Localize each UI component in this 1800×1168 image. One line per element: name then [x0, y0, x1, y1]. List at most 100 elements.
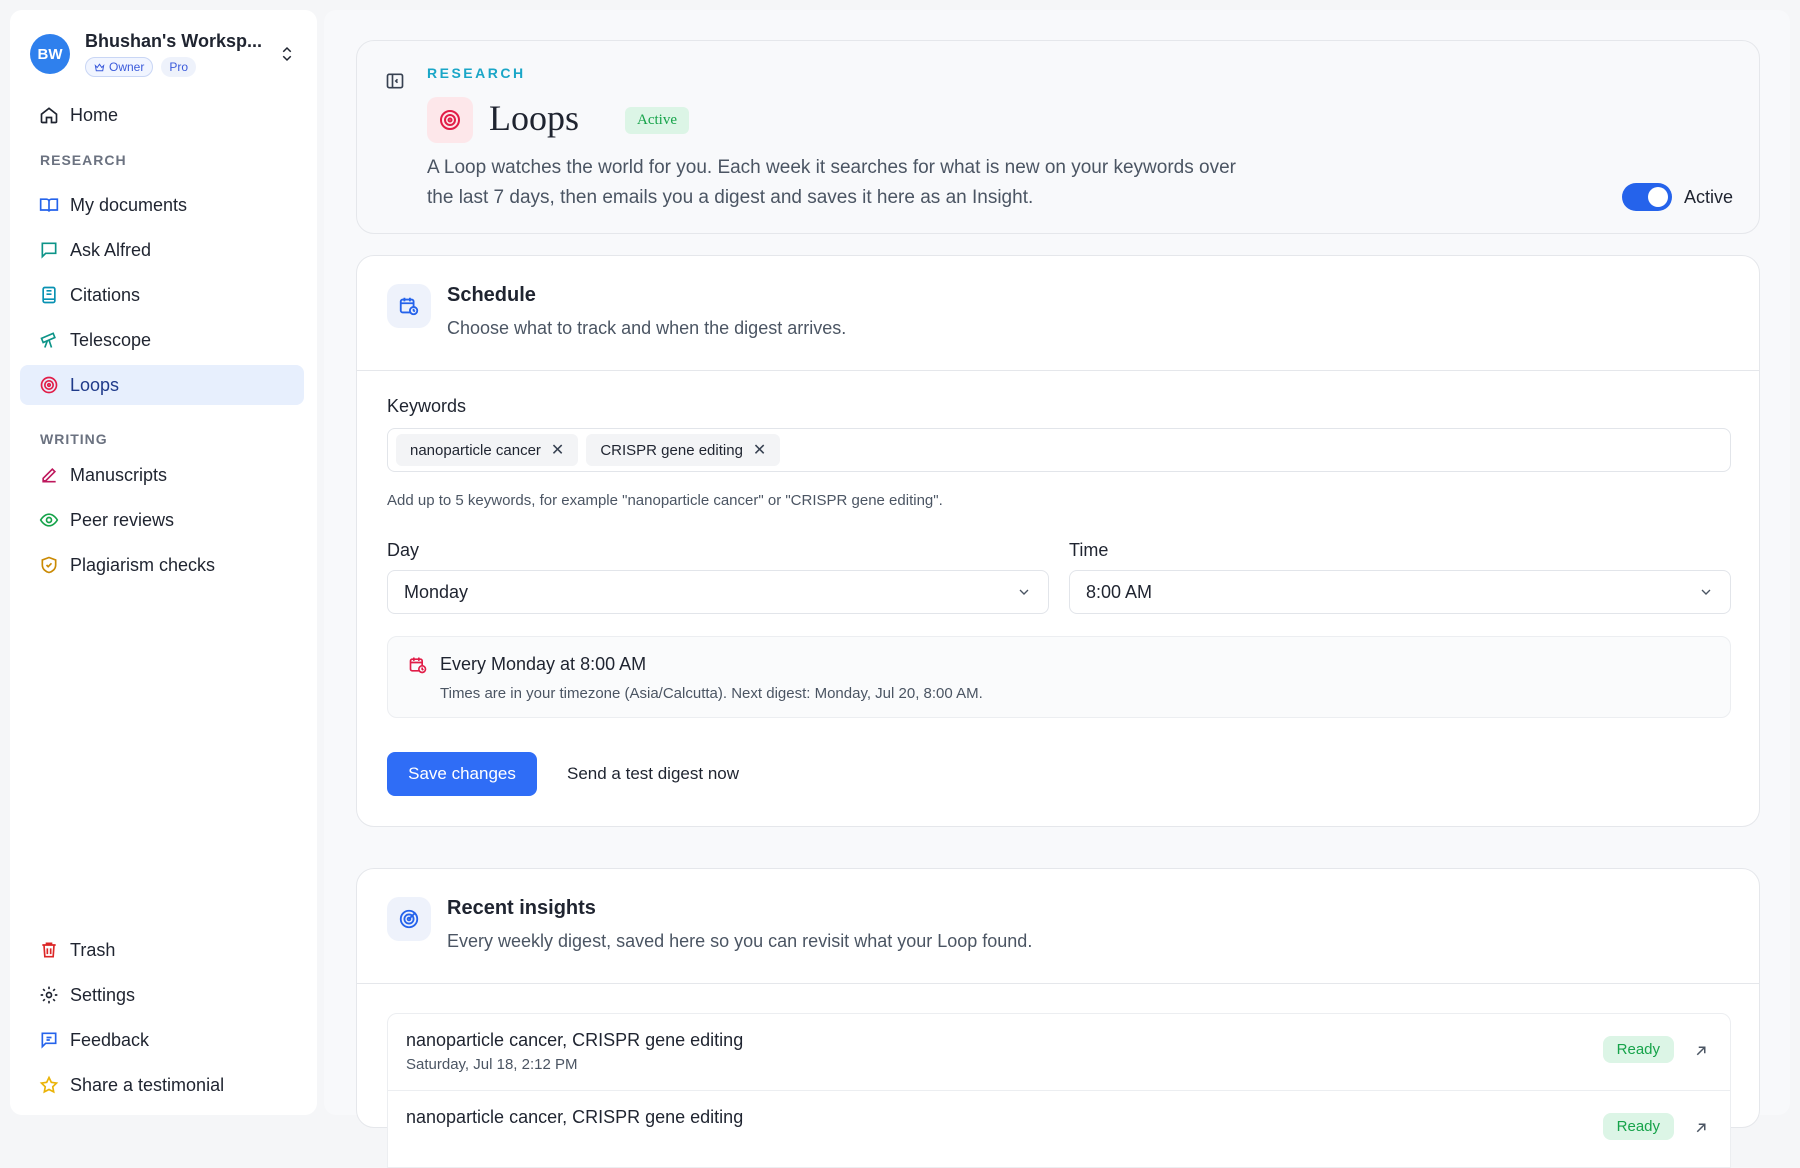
- divider: [357, 370, 1759, 371]
- sidebar-item-home[interactable]: Home: [20, 95, 304, 135]
- sidebar-item-label: Peer reviews: [70, 509, 175, 530]
- target-icon: [387, 897, 431, 941]
- sidebar-item-label: Settings: [70, 984, 136, 1005]
- keyword-chip: CRISPR gene editing ✕: [586, 434, 781, 466]
- time-label: Time: [1069, 540, 1109, 560]
- keywords-hint: Add up to 5 keywords, for example "nanop…: [387, 492, 943, 509]
- sidebar-item-feedback[interactable]: Feedback: [20, 1020, 304, 1060]
- owner-badge-label: Owner: [109, 60, 145, 74]
- sidebar-item-label: Home: [70, 104, 119, 125]
- owner-badge: Owner: [85, 57, 154, 77]
- sidebar-item-label: Loops: [70, 374, 120, 395]
- eye-icon: [38, 509, 60, 531]
- active-toggle[interactable]: [1621, 183, 1672, 211]
- keyword-chip: nanoparticle cancer ✕: [396, 434, 579, 466]
- insight-row[interactable]: nanoparticle cancer, CRISPR gene editing…: [387, 1013, 1731, 1091]
- loops-icon: [38, 374, 60, 396]
- remove-keyword-icon[interactable]: ✕: [551, 440, 564, 460]
- chevron-down-icon: [1701, 589, 1711, 595]
- insight-row[interactable]: nanoparticle cancer, CRISPR gene editing…: [387, 1090, 1731, 1168]
- insights-title: Recent insights: [447, 897, 596, 919]
- sidebar-item-label: Feedback: [70, 1029, 150, 1050]
- day-select[interactable]: Monday: [387, 570, 1049, 614]
- pen-icon: [38, 464, 60, 486]
- open-external-icon[interactable]: [1692, 1119, 1710, 1137]
- divider: [357, 983, 1759, 984]
- insight-status-badge: Ready: [1602, 1036, 1674, 1063]
- main-content: RESEARCH Loops Active A Loop watches the…: [324, 10, 1790, 1168]
- crown-icon: [94, 62, 105, 71]
- sidebar-item-label: Telescope: [70, 329, 152, 350]
- insights-subtitle: Every weekly digest, saved here so you c…: [447, 931, 1033, 951]
- keyword-chip-label: CRISPR gene editing: [600, 441, 743, 459]
- sidebar-item-settings[interactable]: Settings: [20, 975, 304, 1015]
- workspace-name: Bhushan's Worksp...: [85, 31, 262, 51]
- sidebar-item-label: Trash: [70, 939, 116, 960]
- sidebar-item-my-documents[interactable]: My documents: [20, 185, 304, 225]
- day-label: Day: [387, 540, 420, 560]
- trash-icon: [38, 939, 60, 961]
- insight-title: nanoparticle cancer, CRISPR gene editing: [406, 1030, 744, 1050]
- sidebar-item-label: Manuscripts: [70, 464, 168, 485]
- star-icon: [38, 1074, 60, 1096]
- sidebar-item-loops[interactable]: Loops: [20, 365, 304, 405]
- remove-keyword-icon[interactable]: ✕: [753, 440, 766, 460]
- sidebar-item-label: Ask Alfred: [70, 239, 152, 260]
- open-external-icon[interactable]: [1692, 1042, 1710, 1060]
- workspace-switcher[interactable]: BW Bhushan's Worksp... Owner Pro: [30, 26, 299, 82]
- page-description: A Loop watches the world for you. Each w…: [427, 157, 1236, 208]
- workspace-info: Bhushan's Worksp... Owner Pro: [85, 31, 275, 77]
- send-test-digest-button[interactable]: Send a test digest now: [555, 752, 751, 796]
- citation-book-icon: [38, 284, 60, 306]
- loops-icon: [427, 97, 473, 143]
- schedule-summary-title: Every Monday at 8:00 AM: [440, 654, 647, 674]
- sidebar-item-trash[interactable]: Trash: [20, 930, 304, 970]
- sidebar-item-ask-alfred[interactable]: Ask Alfred: [20, 230, 304, 270]
- time-select-value: 8:00 AM: [1086, 581, 1153, 602]
- time-select[interactable]: 8:00 AM: [1069, 570, 1731, 614]
- sidebar-item-manuscripts[interactable]: Manuscripts: [20, 455, 304, 495]
- sidebar-item-plagiarism-checks[interactable]: Plagiarism checks: [20, 545, 304, 585]
- sidebar: BW Bhushan's Worksp... Owner Pro Home RE…: [10, 10, 317, 1115]
- telescope-icon: [38, 329, 60, 351]
- calendar-clock-icon: [387, 284, 431, 328]
- sidebar-item-peer-reviews[interactable]: Peer reviews: [20, 500, 304, 540]
- recent-insights-card: Recent insights Every weekly digest, sav…: [356, 868, 1760, 1168]
- schedule-subtitle: Choose what to track and when the digest…: [447, 318, 847, 338]
- sidebar-item-telescope[interactable]: Telescope: [20, 320, 304, 360]
- schedule-summary-subtitle: Times are in your timezone (Asia/Calcutt…: [440, 685, 983, 702]
- sidebar-collapse-icon[interactable]: [385, 71, 407, 93]
- research-section-label: RESEARCH: [40, 152, 127, 168]
- sidebar-item-share-testimonial[interactable]: Share a testimonial: [20, 1065, 304, 1105]
- chevron-down-icon: [1019, 589, 1029, 595]
- loops-header-card: RESEARCH Loops Active A Loop watches the…: [356, 40, 1760, 234]
- insight-date: Saturday, Jul 18, 2:12 PM: [406, 1056, 578, 1073]
- active-toggle-label: Active: [1683, 186, 1733, 207]
- active-toggle-group: Active: [1621, 183, 1733, 211]
- shield-check-icon: [38, 554, 60, 576]
- message-icon: [38, 239, 60, 261]
- keywords-label: Keywords: [387, 396, 467, 416]
- sidebar-item-label: My documents: [70, 194, 188, 215]
- workspace-avatar: BW: [30, 34, 70, 74]
- save-changes-button[interactable]: Save changes: [387, 752, 537, 796]
- book-icon: [38, 194, 60, 216]
- sidebar-item-label: Plagiarism checks: [70, 554, 216, 575]
- toggle-knob: [1647, 187, 1668, 207]
- keyword-chip-label: nanoparticle cancer: [410, 441, 541, 459]
- page-eyebrow: RESEARCH: [427, 65, 526, 81]
- sidebar-item-label: Citations: [70, 284, 141, 305]
- chevron-updown-icon[interactable]: [275, 42, 299, 66]
- gear-icon: [38, 984, 60, 1006]
- calendar-clock-icon: [409, 657, 427, 674]
- page-title: Loops: [489, 98, 579, 138]
- insight-status-badge: Ready: [1602, 1113, 1674, 1140]
- sidebar-item-citations[interactable]: Citations: [20, 275, 304, 315]
- keywords-input[interactable]: nanoparticle cancer ✕ CRISPR gene editin…: [387, 428, 1731, 472]
- plan-badge: Pro: [161, 57, 197, 77]
- workspace-badges: Owner Pro: [85, 57, 275, 77]
- schedule-summary: Every Monday at 8:00 AM Times are in you…: [387, 636, 1731, 718]
- sidebar-item-label: Share a testimonial: [70, 1074, 225, 1095]
- schedule-card: Schedule Choose what to track and when t…: [356, 255, 1760, 827]
- home-icon: [38, 104, 60, 126]
